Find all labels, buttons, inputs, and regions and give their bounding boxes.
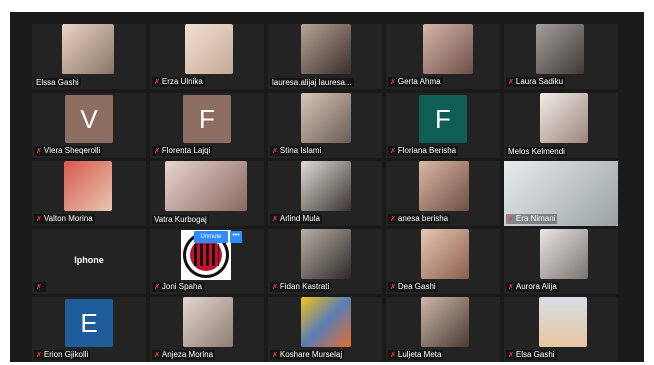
participant-tile[interactable]: ✗ Era Nimani (504, 161, 618, 226)
participant-video (165, 161, 247, 211)
participant-video (301, 93, 351, 143)
participant-name: ✗ Gerta Ahma (388, 77, 443, 87)
participant-tile[interactable]: lauresa.alijaj lauresa... (268, 24, 382, 89)
mic-muted-icon: ✗ (36, 352, 42, 359)
participant-video (540, 93, 588, 143)
participant-video (540, 229, 588, 279)
participant-video (419, 161, 469, 211)
participant-video (301, 297, 351, 347)
participant-video (421, 229, 469, 279)
participant-tile[interactable]: ✗ Luljeta Meta (386, 297, 500, 362)
video-gallery: Elssa Gashi ✗ Erza Ulnika lauresa.alijaj … (10, 12, 644, 362)
participant-tile[interactable]: V ✗ Vlera Sheqerolli (32, 93, 146, 158)
mic-muted-icon: ✗ (508, 352, 514, 359)
participant-name: ✗ Arlind Mula (270, 214, 322, 224)
mic-muted-icon: ✗ (390, 148, 396, 155)
participant-video (64, 161, 112, 211)
participant-video (301, 24, 351, 74)
participant-tile[interactable]: Melos Kelmendi (504, 93, 618, 158)
participant-name: ✗ Valton Morina (34, 214, 95, 224)
participant-name: Vatra Kurbogaj (152, 215, 209, 224)
more-options-button[interactable]: ••• (230, 231, 242, 243)
participant-tile[interactable]: Vatra Kurbogaj (150, 161, 264, 226)
unmute-button[interactable]: Unmute (194, 231, 228, 243)
participant-name: Melos Kelmendi (506, 147, 567, 156)
participant-tile[interactable]: E ✗ Erion Gjikolli (32, 297, 146, 362)
mic-muted-icon: ✗ (508, 216, 514, 223)
participant-tile[interactable]: ✗ Fidan Kastrati (268, 229, 382, 294)
mic-muted-icon: ✗ (508, 79, 514, 86)
participant-name: ✗ Floriana Berisha (388, 146, 459, 156)
participant-name: ✗ Florenta Lajqi (152, 146, 213, 156)
participant-tile[interactable]: ✗ Elsa Gashi (504, 297, 618, 362)
avatar-initial: F (183, 95, 231, 143)
mic-muted-icon: ✗ (390, 216, 396, 223)
participant-video (301, 161, 351, 211)
participant-video (183, 297, 233, 347)
participant-name: ✗ Erza Ulnika (152, 77, 205, 87)
mic-muted-icon: ✗ (272, 216, 278, 223)
mic-muted-icon: ✗ (154, 79, 160, 86)
participant-tile[interactable]: ✗ Arlind Mula (268, 161, 382, 226)
participant-tile[interactable]: ✗ Aurora Alija (504, 229, 618, 294)
mic-muted-icon: ✗ (154, 352, 160, 359)
mic-muted-icon: ✗ (508, 284, 514, 291)
mic-muted-icon: ✗ (154, 148, 160, 155)
participant-video (62, 24, 114, 74)
participant-tile[interactable]: ✗ Erza Ulnika (150, 24, 264, 89)
participant-tile[interactable]: ✗ anesa berisha (386, 161, 500, 226)
mic-muted-icon: ✗ (154, 284, 160, 291)
participant-video (421, 297, 469, 347)
avatar-initial: F (419, 95, 467, 143)
participant-tile[interactable]: ✗ Laura Sadiku (504, 24, 618, 89)
participant-name: ✗ Luljeta Meta (388, 350, 444, 360)
participant-video (301, 229, 351, 279)
participant-name: ✗ Stina Islami (270, 146, 324, 156)
mic-muted-icon: ✗ (36, 216, 42, 223)
mic-muted-icon: ✗ (390, 284, 396, 291)
mic-muted-icon: ✗ (272, 352, 278, 359)
participant-name: ✗ Vlera Sheqerolli (34, 146, 103, 156)
avatar-initial: V (65, 95, 113, 143)
mic-muted-icon: ✗ (36, 148, 42, 155)
mic-muted-icon: ✗ (36, 284, 42, 291)
participant-tile[interactable]: ✗ Stina Islami (268, 93, 382, 158)
participant-mic-status: ✗ (34, 282, 46, 292)
participant-display-name: Iphone (74, 255, 104, 265)
participant-tile[interactable]: ✗ Dea Gashi (386, 229, 500, 294)
participant-name: ✗ Erion Gjikolli (34, 350, 91, 360)
participant-name: Elssa Gashi (34, 78, 81, 87)
participant-tile[interactable]: Iphone ✗ (32, 229, 146, 294)
avatar-initial: E (65, 299, 113, 347)
mic-muted-icon: ✗ (390, 79, 396, 86)
participant-tile[interactable]: F ✗ Florenta Lajqi (150, 93, 264, 158)
participant-name: ✗ Aurora Alija (506, 282, 559, 292)
participant-name: ✗ Era Nimani (506, 214, 558, 224)
mic-muted-icon: ✗ (272, 284, 278, 291)
participant-name: ✗ Fidan Kastrati (270, 282, 332, 292)
participant-video (536, 24, 584, 74)
participant-video (185, 24, 233, 74)
participant-name: ✗ Anjeza Morina (152, 350, 216, 360)
participant-tile[interactable]: ✗ Valton Morina (32, 161, 146, 226)
participant-tile[interactable]: Elssa Gashi (32, 24, 146, 89)
participant-name: ✗ Joni Spaha (152, 282, 204, 292)
participant-name: ✗ Elsa Gashi (506, 350, 557, 360)
mic-muted-icon: ✗ (272, 148, 278, 155)
mic-muted-icon: ✗ (390, 352, 396, 359)
participant-name: ✗ Koshare Murselaj (270, 350, 345, 360)
participant-video (423, 24, 473, 74)
participant-tile[interactable]: F ✗ Floriana Berisha (386, 93, 500, 158)
participant-name: ✗ anesa berisha (388, 214, 451, 224)
participant-tile[interactable]: ✗ Anjeza Morina (150, 297, 264, 362)
participant-name: lauresa.alijaj lauresa... (270, 78, 354, 87)
participant-tile[interactable]: ✗ Koshare Murselaj (268, 297, 382, 362)
participant-video (539, 297, 587, 347)
participant-tile[interactable]: ✗ Gerta Ahma (386, 24, 500, 89)
participant-name: ✗ Laura Sadiku (506, 77, 566, 87)
participant-name: ✗ Dea Gashi (388, 282, 438, 292)
